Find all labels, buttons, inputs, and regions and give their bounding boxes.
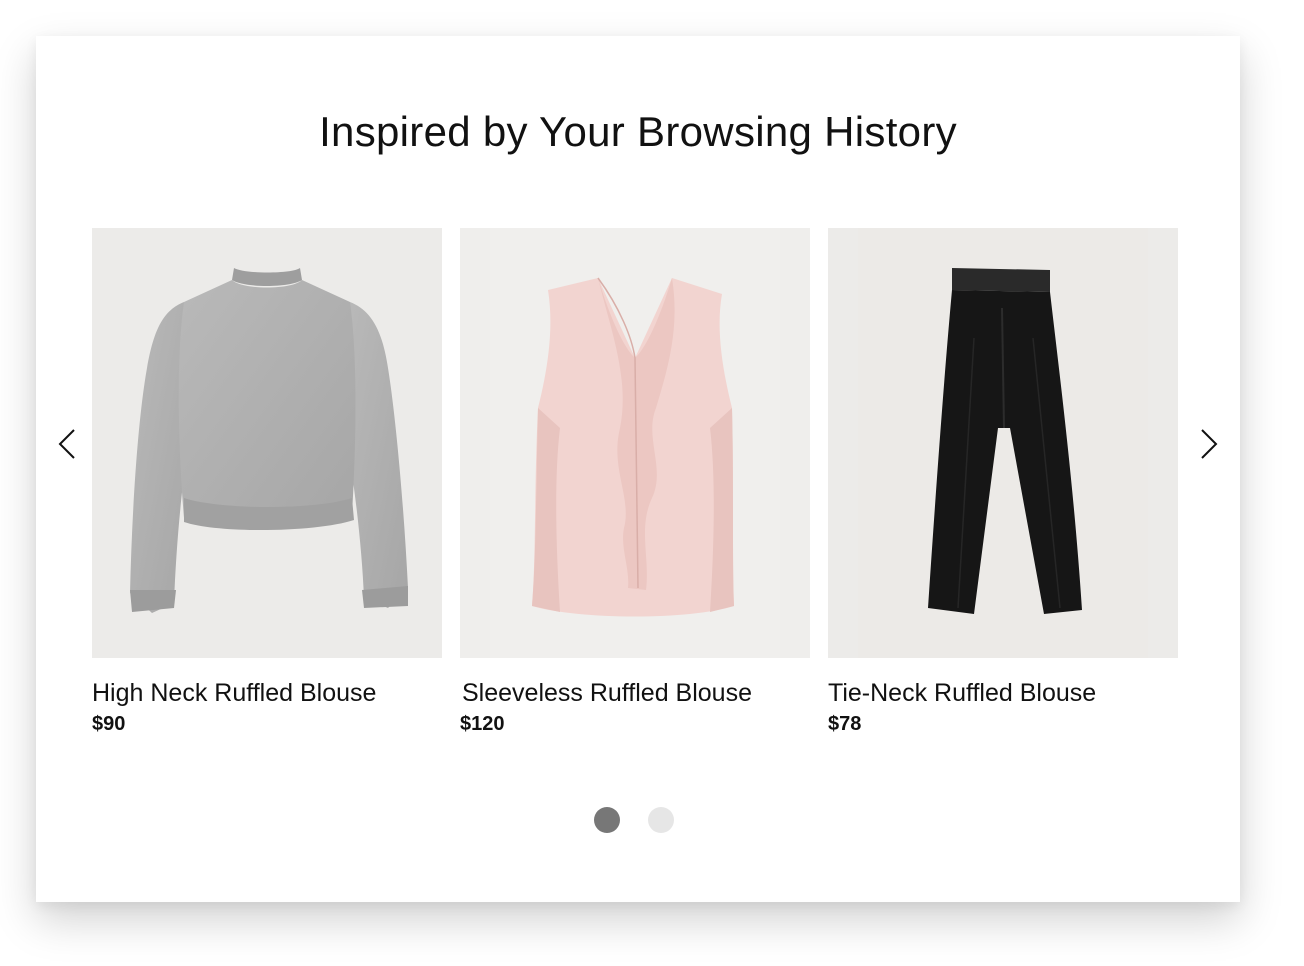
section-title: Inspired by Your Browsing History <box>319 108 957 155</box>
product-image[interactable] <box>460 228 810 658</box>
product-name[interactable]: High Neck Ruffled Blouse <box>92 678 442 708</box>
pagination-dot-active[interactable] <box>594 807 620 833</box>
product-card[interactable]: Sleeveless Ruffled Blouse $120 <box>460 228 810 736</box>
grey-sweater-image <box>130 268 408 613</box>
product-price: $90 <box>92 713 126 735</box>
pink-ruffle-top-image <box>490 228 780 658</box>
product-name[interactable]: Sleeveless Ruffled Blouse <box>460 678 810 708</box>
chevron-left-icon <box>58 429 75 459</box>
product-price: $78 <box>828 713 862 735</box>
recommendations-card: Inspired by Your Browsing History High N… <box>36 36 1240 902</box>
carousel-prev-button[interactable] <box>48 424 88 464</box>
product-card[interactable]: Tie-Neck Ruffled Blouse $78 <box>828 228 1178 736</box>
product-image[interactable] <box>828 228 1178 658</box>
product-image[interactable] <box>92 228 442 658</box>
chevron-right-icon <box>1201 429 1218 459</box>
pagination-dot[interactable] <box>648 807 674 833</box>
product-name[interactable]: Tie-Neck Ruffled Blouse <box>828 678 1178 708</box>
product-price: $120 <box>460 713 505 735</box>
black-trousers-image <box>858 228 1148 658</box>
product-card[interactable]: High Neck Ruffled Blouse $90 <box>92 228 442 736</box>
carousel-next-button[interactable] <box>1188 424 1228 464</box>
